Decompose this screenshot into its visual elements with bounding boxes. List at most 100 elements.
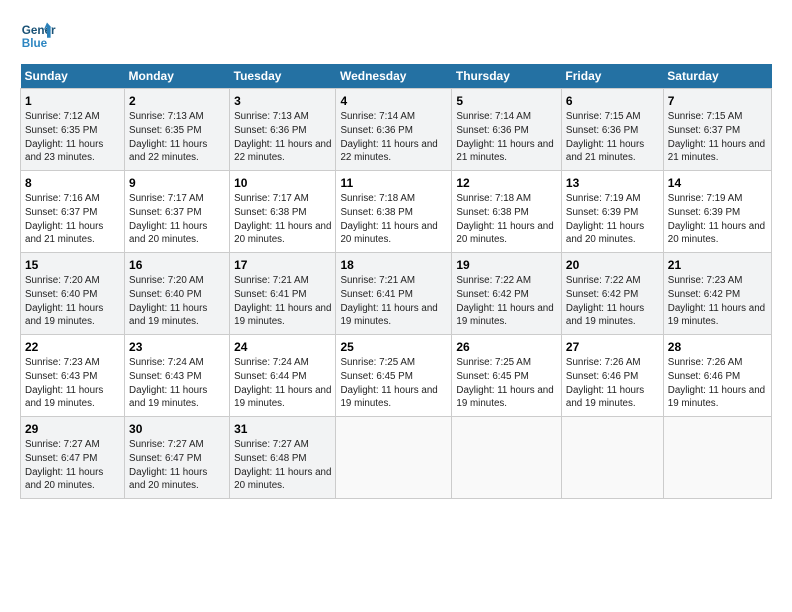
cell-info: Sunrise: 7:27 AMSunset: 6:47 PMDaylight:…	[25, 438, 120, 493]
calendar-cell: 20Sunrise: 7:22 AMSunset: 6:42 PMDayligh…	[561, 253, 663, 335]
cell-info: Sunrise: 7:14 AMSunset: 6:36 PMDaylight:…	[340, 110, 447, 165]
day-of-week-header: Saturday	[663, 64, 771, 89]
day-number: 2	[129, 93, 225, 109]
day-number: 3	[234, 93, 331, 109]
day-number: 17	[234, 257, 331, 273]
calendar-cell: 14Sunrise: 7:19 AMSunset: 6:39 PMDayligh…	[663, 171, 771, 253]
cell-info: Sunrise: 7:23 AMSunset: 6:43 PMDaylight:…	[25, 356, 120, 411]
day-of-week-header: Thursday	[452, 64, 562, 89]
cell-info: Sunrise: 7:19 AMSunset: 6:39 PMDaylight:…	[668, 192, 767, 247]
cell-info: Sunrise: 7:24 AMSunset: 6:43 PMDaylight:…	[129, 356, 225, 411]
calendar-cell: 22Sunrise: 7:23 AMSunset: 6:43 PMDayligh…	[21, 335, 125, 417]
calendar-cell: 16Sunrise: 7:20 AMSunset: 6:40 PMDayligh…	[125, 253, 230, 335]
day-number: 28	[668, 339, 767, 355]
day-of-week-header: Tuesday	[230, 64, 336, 89]
day-number: 19	[456, 257, 557, 273]
cell-info: Sunrise: 7:25 AMSunset: 6:45 PMDaylight:…	[340, 356, 447, 411]
day-number: 1	[25, 93, 120, 109]
calendar-cell: 26Sunrise: 7:25 AMSunset: 6:45 PMDayligh…	[452, 335, 562, 417]
day-number: 13	[566, 175, 659, 191]
cell-info: Sunrise: 7:17 AMSunset: 6:38 PMDaylight:…	[234, 192, 331, 247]
cell-info: Sunrise: 7:18 AMSunset: 6:38 PMDaylight:…	[340, 192, 447, 247]
day-number: 8	[25, 175, 120, 191]
day-number: 27	[566, 339, 659, 355]
calendar-cell: 24Sunrise: 7:24 AMSunset: 6:44 PMDayligh…	[230, 335, 336, 417]
calendar-cell: 31Sunrise: 7:27 AMSunset: 6:48 PMDayligh…	[230, 417, 336, 499]
day-number: 9	[129, 175, 225, 191]
page-container: General Blue SundayMondayTuesdayWednesda…	[0, 0, 792, 509]
day-number: 10	[234, 175, 331, 191]
logo: General Blue	[20, 18, 56, 54]
day-number: 11	[340, 175, 447, 191]
cell-info: Sunrise: 7:19 AMSunset: 6:39 PMDaylight:…	[566, 192, 659, 247]
day-of-week-header: Sunday	[21, 64, 125, 89]
calendar-cell: 29Sunrise: 7:27 AMSunset: 6:47 PMDayligh…	[21, 417, 125, 499]
day-number: 29	[25, 421, 120, 437]
calendar-cell	[336, 417, 452, 499]
calendar-cell: 4Sunrise: 7:14 AMSunset: 6:36 PMDaylight…	[336, 89, 452, 171]
day-number: 25	[340, 339, 447, 355]
day-number: 21	[668, 257, 767, 273]
calendar-cell: 1Sunrise: 7:12 AMSunset: 6:35 PMDaylight…	[21, 89, 125, 171]
calendar-cell: 10Sunrise: 7:17 AMSunset: 6:38 PMDayligh…	[230, 171, 336, 253]
calendar-cell: 6Sunrise: 7:15 AMSunset: 6:36 PMDaylight…	[561, 89, 663, 171]
cell-info: Sunrise: 7:17 AMSunset: 6:37 PMDaylight:…	[129, 192, 225, 247]
calendar-cell: 9Sunrise: 7:17 AMSunset: 6:37 PMDaylight…	[125, 171, 230, 253]
calendar-cell: 19Sunrise: 7:22 AMSunset: 6:42 PMDayligh…	[452, 253, 562, 335]
cell-info: Sunrise: 7:13 AMSunset: 6:36 PMDaylight:…	[234, 110, 331, 165]
calendar-cell: 2Sunrise: 7:13 AMSunset: 6:35 PMDaylight…	[125, 89, 230, 171]
calendar-cell: 18Sunrise: 7:21 AMSunset: 6:41 PMDayligh…	[336, 253, 452, 335]
calendar-cell: 12Sunrise: 7:18 AMSunset: 6:38 PMDayligh…	[452, 171, 562, 253]
cell-info: Sunrise: 7:16 AMSunset: 6:37 PMDaylight:…	[25, 192, 120, 247]
calendar-cell: 23Sunrise: 7:24 AMSunset: 6:43 PMDayligh…	[125, 335, 230, 417]
cell-info: Sunrise: 7:13 AMSunset: 6:35 PMDaylight:…	[129, 110, 225, 165]
logo-icon: General Blue	[20, 18, 56, 54]
day-number: 12	[456, 175, 557, 191]
day-of-week-header: Wednesday	[336, 64, 452, 89]
cell-info: Sunrise: 7:22 AMSunset: 6:42 PMDaylight:…	[456, 274, 557, 329]
calendar-header-row: SundayMondayTuesdayWednesdayThursdayFrid…	[21, 64, 772, 89]
cell-info: Sunrise: 7:26 AMSunset: 6:46 PMDaylight:…	[668, 356, 767, 411]
calendar-cell: 21Sunrise: 7:23 AMSunset: 6:42 PMDayligh…	[663, 253, 771, 335]
cell-info: Sunrise: 7:26 AMSunset: 6:46 PMDaylight:…	[566, 356, 659, 411]
cell-info: Sunrise: 7:14 AMSunset: 6:36 PMDaylight:…	[456, 110, 557, 165]
cell-info: Sunrise: 7:21 AMSunset: 6:41 PMDaylight:…	[234, 274, 331, 329]
calendar-cell: 28Sunrise: 7:26 AMSunset: 6:46 PMDayligh…	[663, 335, 771, 417]
cell-info: Sunrise: 7:21 AMSunset: 6:41 PMDaylight:…	[340, 274, 447, 329]
day-number: 15	[25, 257, 120, 273]
calendar-cell: 27Sunrise: 7:26 AMSunset: 6:46 PMDayligh…	[561, 335, 663, 417]
calendar-cell	[561, 417, 663, 499]
day-of-week-header: Friday	[561, 64, 663, 89]
calendar-body: 1Sunrise: 7:12 AMSunset: 6:35 PMDaylight…	[21, 89, 772, 499]
calendar-cell: 7Sunrise: 7:15 AMSunset: 6:37 PMDaylight…	[663, 89, 771, 171]
cell-info: Sunrise: 7:27 AMSunset: 6:47 PMDaylight:…	[129, 438, 225, 493]
calendar-week-row: 29Sunrise: 7:27 AMSunset: 6:47 PMDayligh…	[21, 417, 772, 499]
calendar-cell: 8Sunrise: 7:16 AMSunset: 6:37 PMDaylight…	[21, 171, 125, 253]
day-number: 30	[129, 421, 225, 437]
svg-text:General: General	[22, 24, 56, 37]
svg-text:Blue: Blue	[22, 37, 48, 50]
calendar-cell: 25Sunrise: 7:25 AMSunset: 6:45 PMDayligh…	[336, 335, 452, 417]
calendar-cell: 3Sunrise: 7:13 AMSunset: 6:36 PMDaylight…	[230, 89, 336, 171]
calendar-cell: 15Sunrise: 7:20 AMSunset: 6:40 PMDayligh…	[21, 253, 125, 335]
day-number: 7	[668, 93, 767, 109]
calendar-cell: 17Sunrise: 7:21 AMSunset: 6:41 PMDayligh…	[230, 253, 336, 335]
day-number: 20	[566, 257, 659, 273]
calendar-cell: 5Sunrise: 7:14 AMSunset: 6:36 PMDaylight…	[452, 89, 562, 171]
cell-info: Sunrise: 7:12 AMSunset: 6:35 PMDaylight:…	[25, 110, 120, 165]
calendar-table: SundayMondayTuesdayWednesdayThursdayFrid…	[20, 64, 772, 499]
calendar-week-row: 8Sunrise: 7:16 AMSunset: 6:37 PMDaylight…	[21, 171, 772, 253]
calendar-week-row: 22Sunrise: 7:23 AMSunset: 6:43 PMDayligh…	[21, 335, 772, 417]
header: General Blue	[20, 18, 772, 54]
calendar-week-row: 1Sunrise: 7:12 AMSunset: 6:35 PMDaylight…	[21, 89, 772, 171]
calendar-cell	[452, 417, 562, 499]
day-number: 31	[234, 421, 331, 437]
calendar-cell: 30Sunrise: 7:27 AMSunset: 6:47 PMDayligh…	[125, 417, 230, 499]
day-number: 5	[456, 93, 557, 109]
day-number: 22	[25, 339, 120, 355]
cell-info: Sunrise: 7:25 AMSunset: 6:45 PMDaylight:…	[456, 356, 557, 411]
cell-info: Sunrise: 7:23 AMSunset: 6:42 PMDaylight:…	[668, 274, 767, 329]
cell-info: Sunrise: 7:27 AMSunset: 6:48 PMDaylight:…	[234, 438, 331, 493]
calendar-cell	[663, 417, 771, 499]
cell-info: Sunrise: 7:22 AMSunset: 6:42 PMDaylight:…	[566, 274, 659, 329]
